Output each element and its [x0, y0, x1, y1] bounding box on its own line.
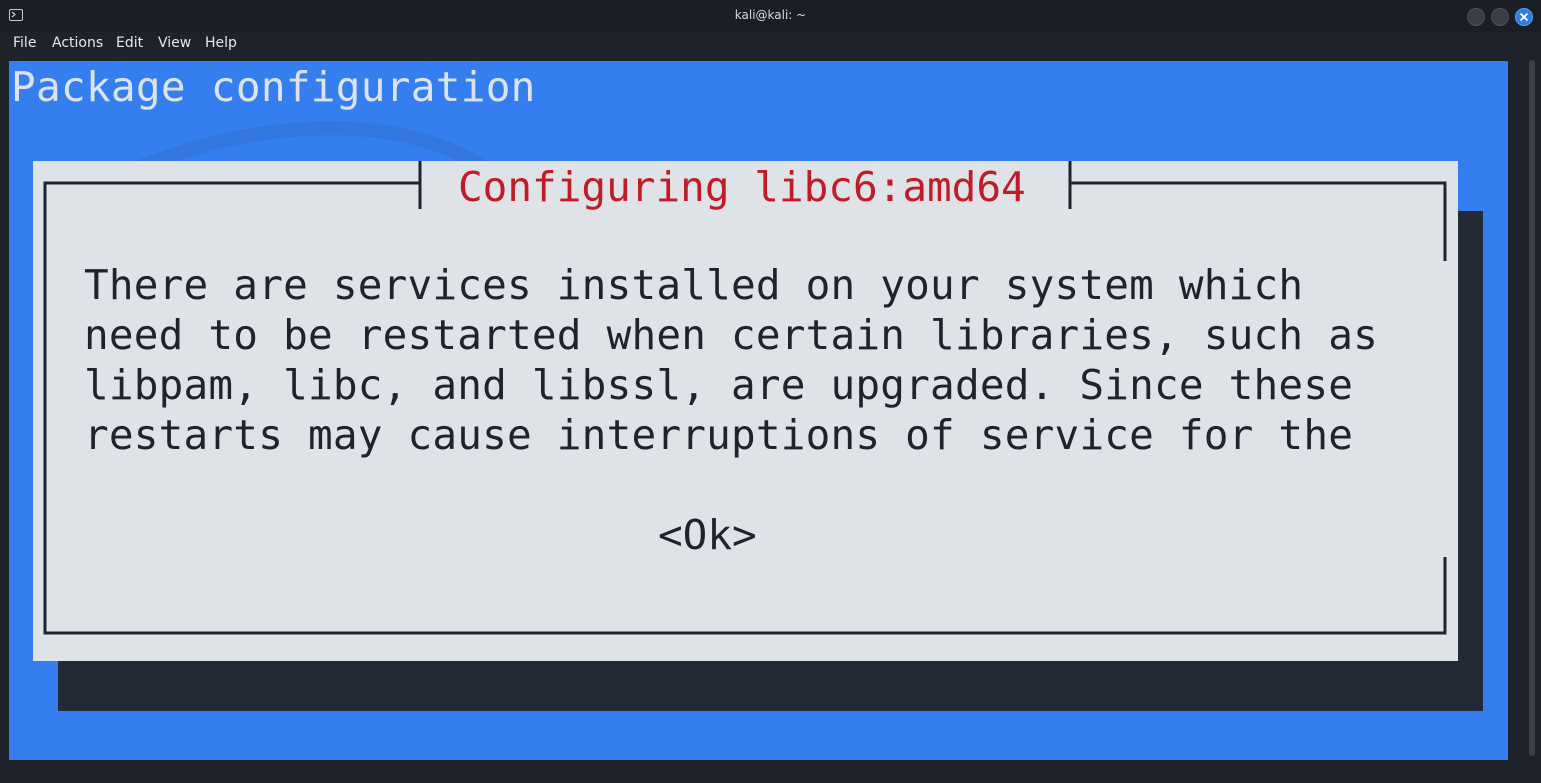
dialog-message-line: need to be restarted when certain librar…: [84, 311, 1378, 359]
dialog-title: Configuring libc6:amd64: [458, 163, 1026, 211]
window-title: kali@kali: ~: [734, 8, 807, 22]
menu-help[interactable]: Help: [205, 35, 237, 51]
menu-bar: File Actions Edit View Help: [0, 32, 1541, 58]
ok-button[interactable]: <Ok>: [658, 511, 757, 559]
title-bar[interactable]: kali@kali: ~: [0, 0, 1541, 32]
menu-edit[interactable]: Edit: [116, 35, 143, 51]
close-icon: [1519, 12, 1529, 22]
scrollbar-thumb[interactable]: [1529, 60, 1535, 756]
terminal-window: kali@kali: ~ File Actions Edit View Help…: [0, 0, 1541, 783]
configuration-dialog: Configuring libc6:amd64 There are servic…: [33, 161, 1458, 661]
package-configuration-header: Package configuration: [11, 63, 536, 111]
menu-view[interactable]: View: [158, 35, 191, 51]
maximize-button[interactable]: [1491, 8, 1509, 26]
menu-file[interactable]: File: [13, 35, 36, 51]
dialog-message-line: libpam, libc, and libssl, are upgraded. …: [84, 361, 1354, 409]
dialog-message-line: restarts may cause interruptions of serv…: [84, 411, 1354, 459]
close-button[interactable]: [1515, 8, 1533, 26]
minimize-button[interactable]: [1467, 8, 1485, 26]
terminal-screen[interactable]: Package configuration Configuring libc6:…: [9, 61, 1508, 760]
menu-actions[interactable]: Actions: [52, 35, 103, 51]
dialog-message-line: There are services installed on your sys…: [84, 261, 1304, 309]
terminal-scrollbar[interactable]: [1526, 58, 1538, 760]
